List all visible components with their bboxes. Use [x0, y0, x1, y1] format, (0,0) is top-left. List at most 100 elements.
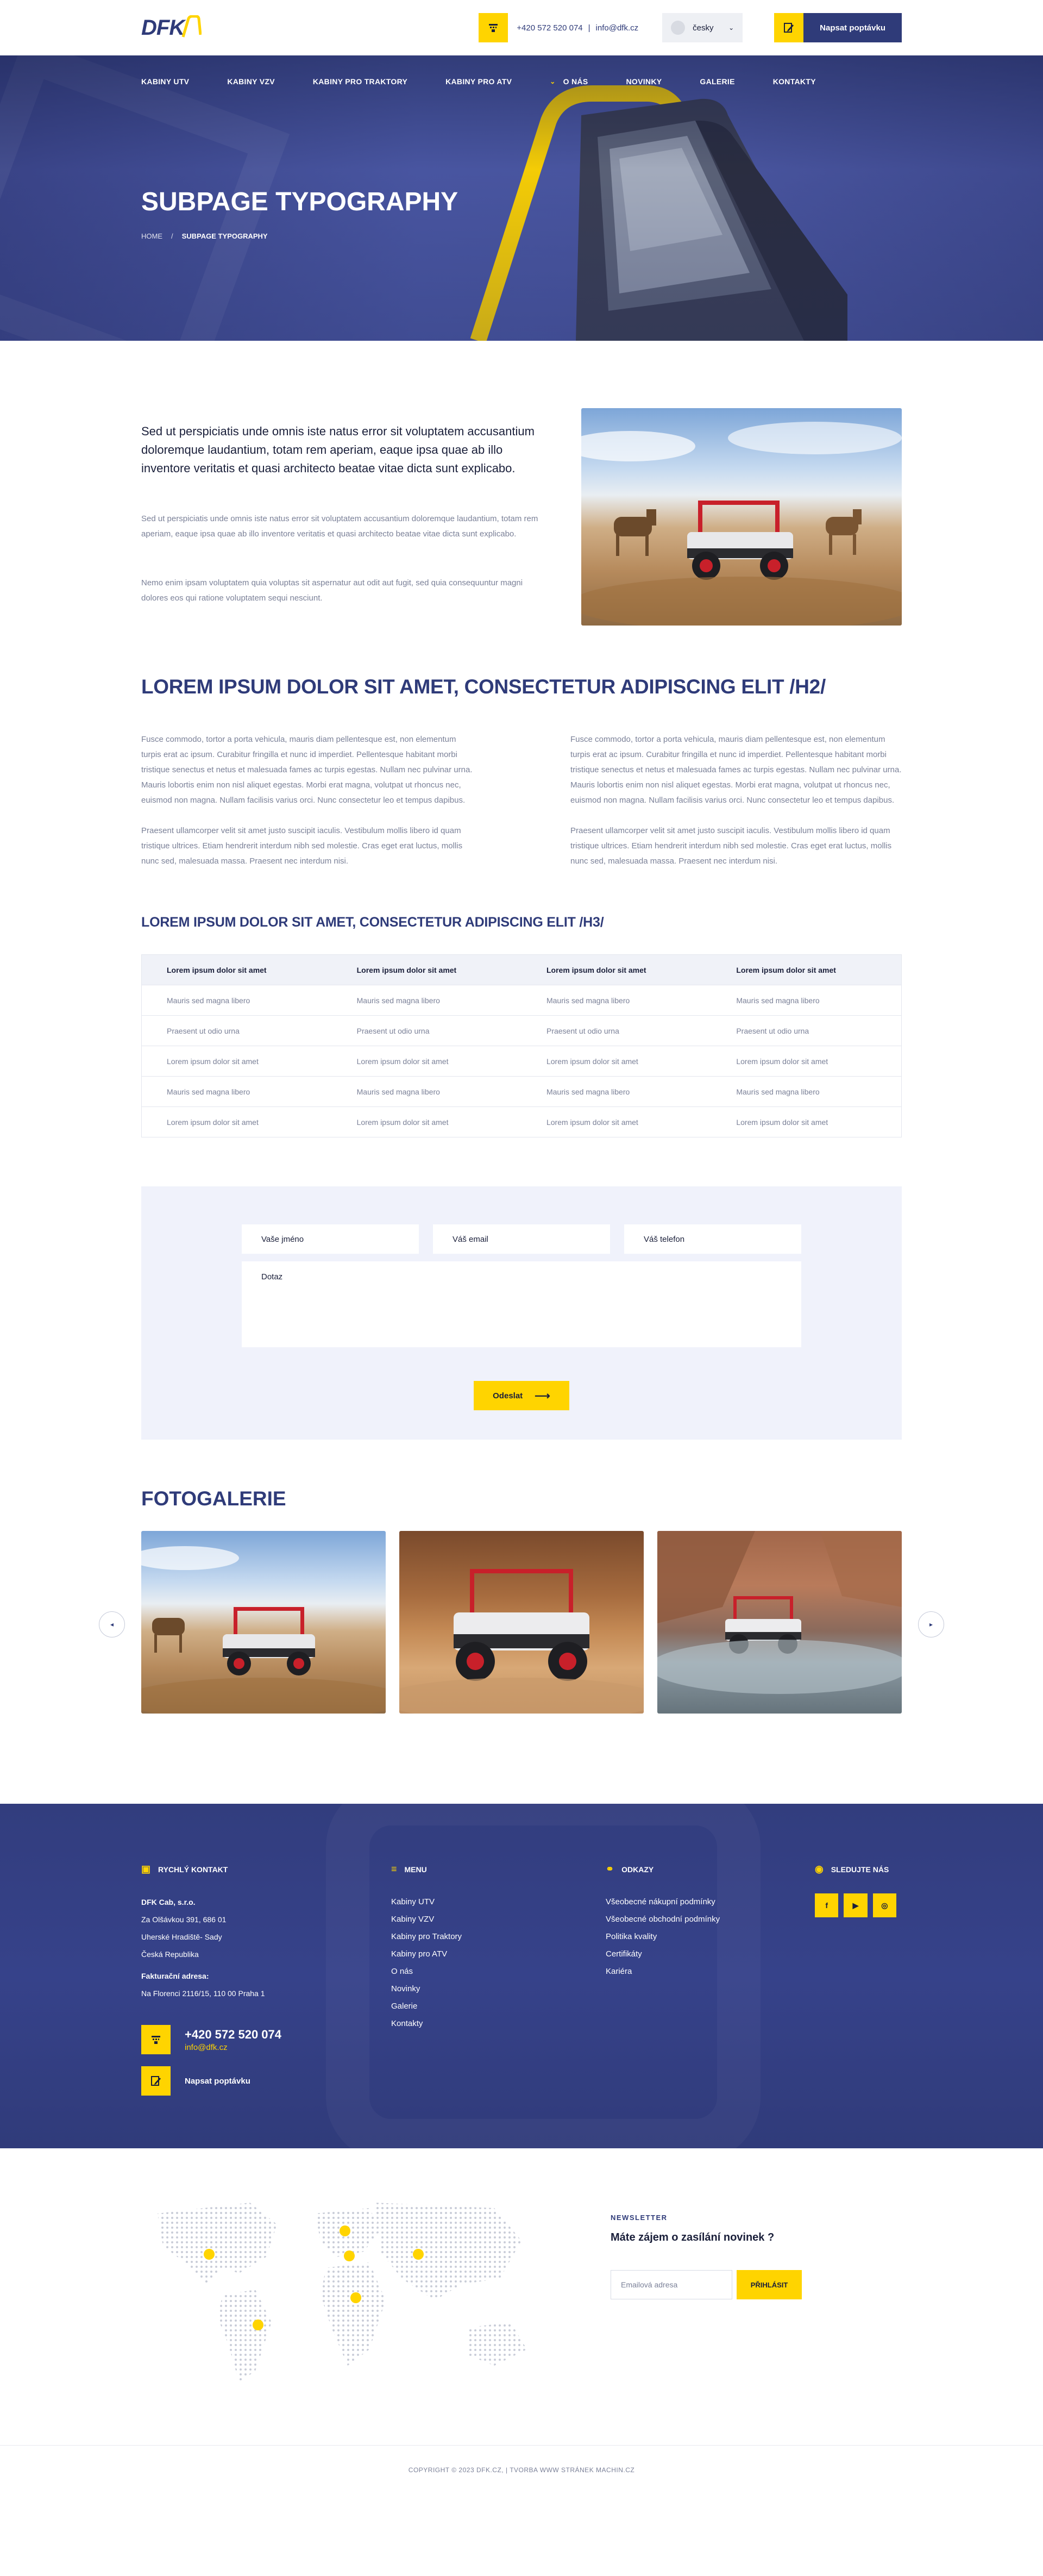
h3-heading: LOREM IPSUM DOLOR SIT AMET, CONSECTETUR …: [141, 915, 604, 930]
footer-menu-item[interactable]: O nás: [391, 1963, 606, 1980]
footer-request-quote-button[interactable]: Napsat poptávku: [141, 2066, 391, 2096]
nav-item-kontakty[interactable]: KONTAKTY: [773, 77, 816, 86]
footer-menu-item[interactable]: Galerie: [391, 1998, 606, 2015]
footer-link-item[interactable]: Politika kvality: [606, 1928, 815, 1946]
footer-menu-item[interactable]: Novinky: [391, 1980, 606, 1998]
table-header-cell: Lorem ipsum dolor sit amet: [521, 954, 712, 985]
table-cell: Mauris sed magna libero: [331, 985, 522, 1016]
intro-paragraph-1: Sed ut perspiciatis unde omnis iste natu…: [141, 514, 538, 539]
table-header-row: Lorem ipsum dolor sit amet Lorem ipsum d…: [141, 954, 902, 985]
footer-menu-item[interactable]: Kabiny pro Traktory: [391, 1928, 606, 1946]
breadcrumb-home[interactable]: HOME: [141, 232, 162, 240]
footer-social-heading: SLEDUJTE NÁS: [831, 1865, 889, 1874]
table-cell: Lorem ipsum dolor sit amet: [331, 1046, 522, 1077]
world-map-image: [158, 2203, 527, 2382]
gallery-next-button[interactable]: ▸: [918, 1611, 944, 1637]
footer-email-link[interactable]: info@dfk.cz: [185, 2043, 281, 2052]
table-row: Lorem ipsum dolor sit amet Lorem ipsum d…: [141, 1046, 902, 1077]
footer-link-item[interactable]: Certifikáty: [606, 1946, 815, 1963]
top-phone-link[interactable]: +420 572 520 074: [517, 23, 582, 33]
table-cell: Mauris sed magna libero: [141, 1076, 332, 1107]
nav-item-kabiny-utv[interactable]: KABINY UTV: [141, 77, 189, 86]
footer-menu-item[interactable]: Kabiny UTV: [391, 1893, 606, 1911]
gallery-prev-button[interactable]: ◂: [99, 1611, 125, 1637]
footer-menu: ≡ MENU Kabiny UTV Kabiny VZV Kabiny pro T…: [391, 1864, 606, 2096]
table-cell: Mauris sed magna libero: [711, 1076, 902, 1107]
logo-cab-icon: [181, 15, 202, 37]
nav-item-o-nas[interactable]: ⌄ O NÁS: [550, 77, 588, 86]
edit-icon: [141, 2066, 171, 2096]
table-cell: Lorem ipsum dolor sit amet: [331, 1106, 522, 1137]
table-cell: Mauris sed magna libero: [711, 985, 902, 1016]
footer-link-item[interactable]: Všeobecné obchodní podmínky: [606, 1911, 815, 1928]
phone-icon: [141, 2025, 171, 2054]
table-cell: Praesent ut odio urna: [711, 1015, 902, 1046]
nav-item-novinky[interactable]: NOVINKY: [626, 77, 662, 86]
lead-paragraph: Sed ut perspiciatis unde omnis iste natu…: [141, 424, 535, 475]
table-header-cell: Lorem ipsum dolor sit amet: [711, 954, 902, 985]
footer-menu-item[interactable]: Kabiny VZV: [391, 1911, 606, 1928]
contact-form-section: Vaše jméno Váš email Váš telefon Dotaz O…: [0, 1137, 1043, 1440]
newsletter-section: NEWSLETTER Máte zájem o zasílání novinek…: [0, 2148, 1043, 2445]
table-cell: Lorem ipsum dolor sit amet: [141, 1106, 332, 1137]
newsletter-kicker: NEWSLETTER: [611, 2214, 668, 2222]
nav-item-kabiny-vzv[interactable]: KABINY VZV: [227, 77, 275, 86]
logo[interactable]: DFK: [141, 15, 202, 40]
newsletter-subscribe-button[interactable]: PŘIHLÁSIT: [737, 2270, 802, 2299]
logo-text: DFK: [141, 15, 185, 40]
table-header-cell: Lorem ipsum dolor sit amet: [331, 954, 522, 985]
menu-icon: ≡: [391, 1864, 397, 1874]
table-cell: Praesent ut odio urna: [141, 1015, 332, 1046]
footer-menu-heading: MENU: [404, 1865, 427, 1874]
footer: ▣ RYCHLÝ KONTAKT DFK Cab, s.r.o. Za Olšáv…: [0, 1804, 1043, 2148]
contact-form: Vaše jméno Váš email Váš telefon Dotaz O…: [141, 1186, 902, 1440]
main-nav: KABINY UTV KABINY VZV KABINY PRO TRAKTOR…: [0, 55, 1043, 108]
top-header: DFK +420 572 520 074 | info@dfk.cz česky…: [0, 0, 1043, 55]
footer-link-item[interactable]: Kariéra: [606, 1963, 815, 1980]
breadcrumb-current: SUBPAGE TYPOGRAPHY: [181, 232, 268, 240]
nav-item-kabiny-atv[interactable]: KABINY PRO ATV: [445, 77, 512, 86]
nav-item-galerie[interactable]: GALERIE: [700, 77, 734, 86]
flag-icon: [671, 21, 686, 35]
table-cell: Mauris sed magna libero: [521, 985, 712, 1016]
submit-label: Odeslat: [493, 1391, 523, 1400]
message-field[interactable]: Dotaz: [242, 1261, 801, 1347]
instagram-icon[interactable]: ◎: [872, 1893, 896, 1917]
name-field[interactable]: Vaše jméno: [242, 1224, 419, 1254]
email-field[interactable]: Váš email: [433, 1224, 610, 1254]
footer-request-quote-label: Napsat poptávku: [185, 2076, 250, 2086]
gallery-image-2[interactable]: [399, 1531, 644, 1714]
top-email-link[interactable]: info@dfk.cz: [596, 23, 639, 33]
table-cell: Praesent ut odio urna: [521, 1015, 712, 1046]
footer-phone-link[interactable]: +420 572 520 074: [185, 2028, 281, 2042]
request-quote-button[interactable]: Napsat poptávku: [774, 13, 902, 42]
footer-menu-item[interactable]: Kontakty: [391, 2015, 606, 2033]
footer-menu-item[interactable]: Kabiny pro ATV: [391, 1946, 606, 1963]
arrow-right-icon: ⟶: [535, 1390, 550, 1402]
youtube-icon[interactable]: ▶: [844, 1893, 868, 1917]
phone-icon[interactable]: [479, 13, 508, 42]
nav-item-kabiny-traktory[interactable]: KABINY PRO TRAKTORY: [313, 77, 407, 86]
language-value: česky: [693, 23, 714, 33]
intro-paragraph-2: Nemo enim ipsam voluptatem quia voluptas…: [141, 578, 523, 603]
facebook-icon[interactable]: f: [815, 1893, 839, 1917]
footer-contact: ▣ RYCHLÝ KONTAKT DFK Cab, s.r.o. Za Olšáv…: [141, 1864, 391, 2096]
table-cell: Lorem ipsum dolor sit amet: [711, 1046, 902, 1077]
gallery-image-3[interactable]: [657, 1531, 902, 1714]
breadcrumb: HOME / SUBPAGE TYPOGRAPHY: [141, 232, 902, 240]
table-cell: Mauris sed magna libero: [521, 1076, 712, 1107]
submit-button[interactable]: Odeslat ⟶: [474, 1381, 569, 1410]
table-row: Praesent ut odio urna Praesent ut odio u…: [141, 1015, 902, 1046]
newsletter-email-input[interactable]: Emailová adresa: [611, 2270, 732, 2299]
edit-icon: [774, 13, 804, 42]
copyright: COPYRIGHT © 2023 DFK.CZ, | TVORBA WWW ST…: [0, 2445, 1043, 2494]
col1-paragraph-1: Fusce commodo, tortor a porta vehicula, …: [141, 735, 473, 805]
page-title: SUBPAGE TYPOGRAPHY: [141, 187, 458, 216]
table-row: Lorem ipsum dolor sit amet Lorem ipsum d…: [141, 1106, 902, 1137]
language-select[interactable]: česky ⌄: [662, 13, 743, 42]
footer-link-item[interactable]: Všeobecné nákupní podmínky: [606, 1893, 815, 1911]
top-contact-separator: |: [588, 23, 590, 33]
phone-field[interactable]: Váš telefon: [624, 1224, 801, 1254]
gallery-image-1[interactable]: [141, 1531, 386, 1714]
table-cell: Lorem ipsum dolor sit amet: [141, 1046, 332, 1077]
